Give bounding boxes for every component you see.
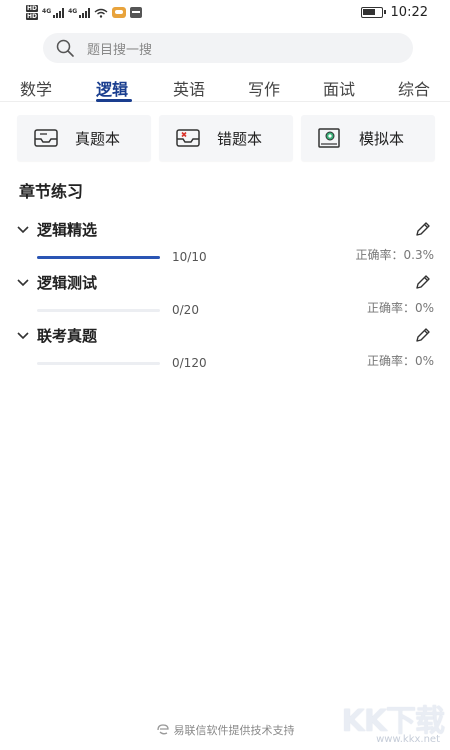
search-input[interactable]: 题目搜一搜: [43, 33, 413, 63]
provider-logo-icon: [156, 724, 169, 735]
wrong-inbox-icon: [176, 129, 200, 147]
footer-credit: 易联信软件提供技术支持: [156, 722, 295, 738]
tab-interview[interactable]: 面试: [323, 76, 355, 100]
certificate-icon: [318, 128, 340, 148]
accuracy-rate: 正确率：0%: [366, 301, 434, 315]
tab-math[interactable]: 数学: [20, 76, 52, 100]
tab-english[interactable]: 英语: [173, 76, 205, 100]
search-icon: [56, 39, 74, 57]
footer-text: 易联信软件提供技术支持: [173, 724, 295, 737]
inbox-icon: [34, 129, 58, 147]
chapter-title: 逻辑测试: [37, 274, 98, 292]
mock-exam-book-label: 模拟本: [359, 129, 405, 148]
pencil-icon[interactable]: [414, 220, 432, 238]
chapter-item[interactable]: 联考真题 0/120 正确率：0%: [0, 325, 450, 375]
chapter-item[interactable]: 逻辑测试 0/20 正确率：0%: [0, 272, 450, 322]
hd-badge-2: HD: [26, 13, 39, 20]
section-title: 章节练习: [19, 182, 84, 201]
active-tab-indicator: [96, 99, 132, 102]
wrong-questions-book-button[interactable]: 错题本: [159, 115, 293, 161]
chevron-down-icon[interactable]: [17, 226, 29, 234]
battery-icon: [360, 7, 386, 18]
accuracy-rate: 正确率：0.3%: [355, 248, 435, 262]
clock: 10:22: [390, 5, 428, 20]
wrong-questions-book-label: 错题本: [217, 129, 263, 148]
wifi-icon: [94, 8, 108, 18]
chevron-down-icon[interactable]: [17, 332, 29, 340]
progress-bar: [37, 362, 160, 365]
chevron-down-icon[interactable]: [17, 279, 29, 287]
signal-icon-2: 4G: [68, 7, 91, 18]
watermark-url: www.kkx.net: [376, 734, 440, 745]
progress-bar: [37, 309, 160, 312]
real-exam-book-button[interactable]: 真题本: [17, 115, 151, 161]
signal-icon-1: 4G: [42, 7, 65, 18]
tab-comprehensive[interactable]: 综合: [398, 76, 430, 100]
subject-tabs: 数学 逻辑 英语 写作 面试 综合: [0, 74, 450, 102]
pencil-icon[interactable]: [414, 273, 432, 291]
tab-writing[interactable]: 写作: [248, 76, 280, 100]
hd-badge-1: HD: [26, 5, 39, 12]
real-exam-book-label: 真题本: [75, 129, 121, 148]
pencil-icon[interactable]: [414, 326, 432, 344]
watermark: KK下载 www.kkx.net: [324, 696, 445, 746]
progress-bar: [37, 256, 160, 259]
hd-indicator: HD HD: [26, 5, 39, 20]
progress-fill: [37, 256, 160, 259]
progress-count: 0/120: [172, 356, 207, 370]
status-icons-left: HD HD 4G 4G: [26, 5, 143, 20]
status-bar: HD HD 4G 4G 10:22: [0, 0, 450, 26]
status-icons-right: 10:22: [360, 5, 428, 20]
signal-label-1: 4G: [42, 7, 52, 15]
signal-label-2: 4G: [68, 7, 78, 15]
accuracy-rate: 正确率：0%: [366, 354, 434, 368]
chapter-title: 逻辑精选: [37, 221, 98, 239]
book-shortcuts: 真题本 错题本 模拟本: [17, 115, 435, 163]
chapter-item[interactable]: 逻辑精选 10/10 正确率：0.3%: [0, 219, 450, 269]
message-icon: [130, 7, 143, 18]
chapter-title: 联考真题: [37, 327, 98, 345]
tab-logic[interactable]: 逻辑: [96, 76, 128, 100]
progress-count: 0/20: [172, 303, 199, 317]
progress-count: 10/10: [172, 250, 207, 264]
mock-exam-book-button[interactable]: 模拟本: [301, 115, 435, 161]
search-placeholder: 题目搜一搜: [87, 42, 153, 58]
notification-icon: [112, 7, 127, 18]
